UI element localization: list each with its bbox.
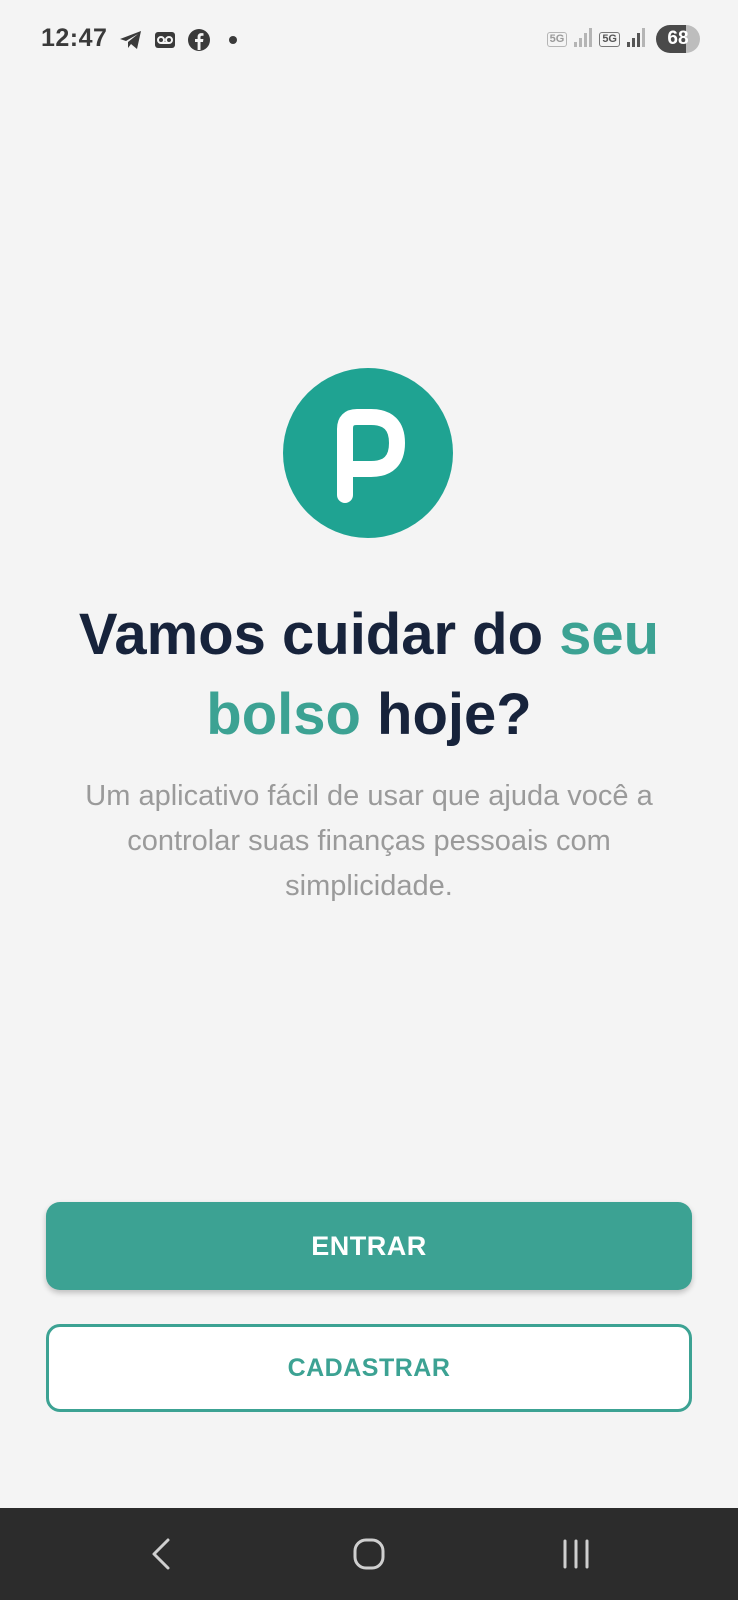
headline: Vamos cuidar do seu bolso hoje? (40, 595, 698, 755)
network-type-1: 5G (546, 31, 568, 47)
status-bar: 12:47 5G 5G 68 (0, 0, 738, 80)
battery-indicator: 68 (656, 25, 700, 53)
home-icon[interactable] (309, 1508, 429, 1600)
subtitle: Um aplicativo fácil de usar que ajuda vo… (85, 780, 653, 902)
back-icon[interactable] (102, 1508, 222, 1600)
register-button[interactable]: CADASTRAR (46, 1324, 692, 1412)
notification-icons (118, 26, 246, 54)
welcome-screen: 12:47 5G 5G 68 Vamos cuidar do seu bolso… (0, 0, 738, 1600)
headline-part2: hoje? (360, 682, 532, 747)
telegram-icon (118, 27, 144, 53)
headline-part1: Vamos cuidar do (78, 602, 560, 667)
network-type-2: 5G (599, 31, 620, 47)
p-letter-icon (337, 409, 405, 503)
voicemail-icon (152, 27, 178, 53)
facebook-icon (186, 27, 212, 53)
status-right: 5G 5G 68 (546, 24, 700, 54)
recents-icon[interactable] (516, 1508, 636, 1600)
login-button[interactable]: ENTRAR (46, 1202, 692, 1290)
app-logo (283, 368, 453, 538)
notification-dot-icon (220, 27, 246, 53)
signal-icon-2 (626, 26, 646, 53)
system-nav-bar (0, 1508, 738, 1600)
signal-icon-1 (573, 26, 593, 53)
status-time: 12:47 (41, 24, 108, 52)
